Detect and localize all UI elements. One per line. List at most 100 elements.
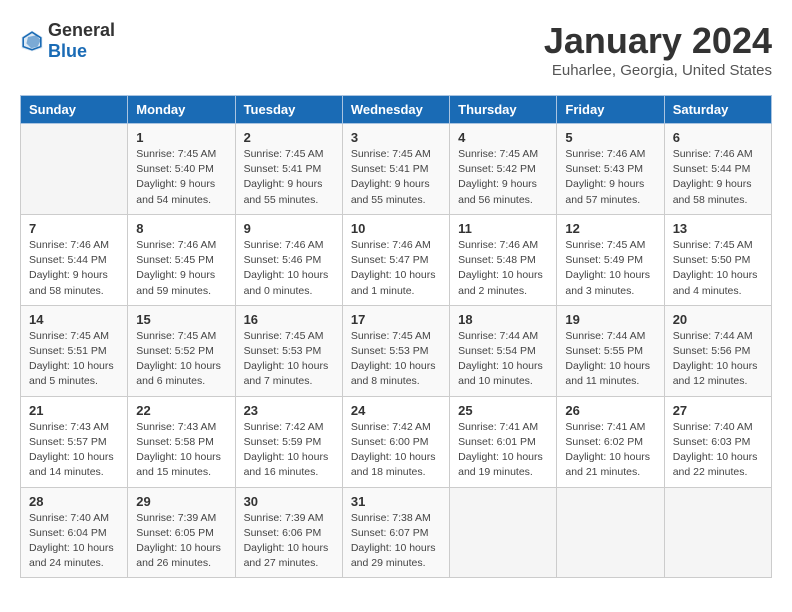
day-info: Sunrise: 7:46 AM Sunset: 5:45 PM Dayligh…	[136, 238, 226, 299]
calendar-cell: 10Sunrise: 7:46 AM Sunset: 5:47 PM Dayli…	[342, 214, 449, 305]
day-info: Sunrise: 7:46 AM Sunset: 5:44 PM Dayligh…	[673, 147, 763, 208]
calendar-week-row: 28 Sunrise: 7:40 AM Sunset: 6:04 PM Dayli…	[21, 487, 772, 578]
day-number: 1	[136, 130, 226, 145]
day-number: 18	[458, 312, 548, 327]
calendar-cell: 15 Sunrise: 7:45 AM Sunset: 5:52 PM Dayli…	[128, 305, 235, 396]
day-number: 31	[351, 494, 441, 509]
day-number: 9	[244, 221, 334, 236]
day-info: Sunrise: 7:45 AM Sunset: 5:51 PM Dayligh…	[29, 329, 119, 390]
calendar-cell: 2 Sunrise: 7:45 AM Sunset: 5:41 PM Daylig…	[235, 124, 342, 215]
day-number: 13	[673, 221, 763, 236]
calendar-cell: 9 Sunrise: 7:46 AM Sunset: 5:46 PM Daylig…	[235, 214, 342, 305]
day-number: 29	[136, 494, 226, 509]
calendar-week-row: 1 Sunrise: 7:45 AM Sunset: 5:40 PM Daylig…	[21, 124, 772, 215]
calendar-cell: 27 Sunrise: 7:40 AM Sunset: 6:03 PM Dayli…	[664, 396, 771, 487]
logo-icon	[20, 29, 44, 53]
logo-general: General	[48, 20, 115, 40]
day-info: Sunrise: 7:45 AM Sunset: 5:52 PM Dayligh…	[136, 329, 226, 390]
day-info: Sunrise: 7:38 AM Sunset: 6:07 PM Dayligh…	[351, 511, 441, 572]
day-info: Sunrise: 7:46 AM Sunset: 5:44 PM Dayligh…	[29, 238, 119, 299]
calendar-cell: 6 Sunrise: 7:46 AM Sunset: 5:44 PM Daylig…	[664, 124, 771, 215]
day-info: Sunrise: 7:41 AM Sunset: 6:01 PM Dayligh…	[458, 420, 548, 481]
calendar-cell: 14Sunrise: 7:45 AM Sunset: 5:51 PM Dayli…	[21, 305, 128, 396]
calendar-cell	[21, 124, 128, 215]
calendar-cell: 20 Sunrise: 7:44 AM Sunset: 5:56 PM Dayli…	[664, 305, 771, 396]
title-block: January 2024 Euharlee, Georgia, United S…	[544, 20, 772, 79]
calendar-cell: 19 Sunrise: 7:44 AM Sunset: 5:55 PM Dayli…	[557, 305, 664, 396]
day-info: Sunrise: 7:45 AM Sunset: 5:41 PM Dayligh…	[244, 147, 334, 208]
day-number: 23	[244, 403, 334, 418]
calendar-cell	[664, 487, 771, 578]
calendar-cell: 22 Sunrise: 7:43 AM Sunset: 5:58 PM Dayli…	[128, 396, 235, 487]
subtitle: Euharlee, Georgia, United States	[544, 62, 772, 79]
calendar-day-header: Sunday	[21, 96, 128, 124]
day-info: Sunrise: 7:45 AM Sunset: 5:49 PM Dayligh…	[565, 238, 655, 299]
day-info: Sunrise: 7:40 AM Sunset: 6:03 PM Dayligh…	[673, 420, 763, 481]
day-info: Sunrise: 7:41 AM Sunset: 6:02 PM Dayligh…	[565, 420, 655, 481]
calendar-week-row: 7Sunrise: 7:46 AM Sunset: 5:44 PM Daylig…	[21, 214, 772, 305]
calendar-cell: 8Sunrise: 7:46 AM Sunset: 5:45 PM Daylig…	[128, 214, 235, 305]
day-number: 24	[351, 403, 441, 418]
day-info: Sunrise: 7:40 AM Sunset: 6:04 PM Dayligh…	[29, 511, 119, 572]
calendar-day-header: Friday	[557, 96, 664, 124]
calendar-cell: 25 Sunrise: 7:41 AM Sunset: 6:01 PM Dayli…	[450, 396, 557, 487]
day-info: Sunrise: 7:46 AM Sunset: 5:43 PM Dayligh…	[565, 147, 655, 208]
day-number: 16	[244, 312, 334, 327]
calendar-cell: 31 Sunrise: 7:38 AM Sunset: 6:07 PM Dayli…	[342, 487, 449, 578]
calendar-cell: 1 Sunrise: 7:45 AM Sunset: 5:40 PM Daylig…	[128, 124, 235, 215]
day-number: 26	[565, 403, 655, 418]
calendar-cell: 13 Sunrise: 7:45 AM Sunset: 5:50 PM Dayli…	[664, 214, 771, 305]
day-info: Sunrise: 7:39 AM Sunset: 6:05 PM Dayligh…	[136, 511, 226, 572]
day-number: 19	[565, 312, 655, 327]
day-number: 5	[565, 130, 655, 145]
day-number: 25	[458, 403, 548, 418]
day-number: 4	[458, 130, 548, 145]
day-number: 3	[351, 130, 441, 145]
calendar-day-header: Wednesday	[342, 96, 449, 124]
day-number: 11	[458, 221, 548, 236]
day-info: Sunrise: 7:46 AM Sunset: 5:46 PM Dayligh…	[244, 238, 334, 299]
calendar-cell: 16Sunrise: 7:45 AM Sunset: 5:53 PM Dayli…	[235, 305, 342, 396]
calendar-cell: 28 Sunrise: 7:40 AM Sunset: 6:04 PM Dayli…	[21, 487, 128, 578]
day-number: 28	[29, 494, 119, 509]
calendar-cell: 23 Sunrise: 7:42 AM Sunset: 5:59 PM Dayli…	[235, 396, 342, 487]
calendar-cell: 26 Sunrise: 7:41 AM Sunset: 6:02 PM Dayli…	[557, 396, 664, 487]
calendar-day-header: Thursday	[450, 96, 557, 124]
calendar-cell: 3Sunrise: 7:45 AM Sunset: 5:41 PM Daylig…	[342, 124, 449, 215]
day-info: Sunrise: 7:44 AM Sunset: 5:56 PM Dayligh…	[673, 329, 763, 390]
day-info: Sunrise: 7:44 AM Sunset: 5:55 PM Dayligh…	[565, 329, 655, 390]
calendar-cell: 17 Sunrise: 7:45 AM Sunset: 5:53 PM Dayli…	[342, 305, 449, 396]
calendar-day-header: Monday	[128, 96, 235, 124]
day-info: Sunrise: 7:45 AM Sunset: 5:40 PM Dayligh…	[136, 147, 226, 208]
day-number: 17	[351, 312, 441, 327]
day-number: 22	[136, 403, 226, 418]
calendar-cell: 21Sunrise: 7:43 AM Sunset: 5:57 PM Dayli…	[21, 396, 128, 487]
day-info: Sunrise: 7:42 AM Sunset: 5:59 PM Dayligh…	[244, 420, 334, 481]
day-number: 30	[244, 494, 334, 509]
day-number: 15	[136, 312, 226, 327]
day-info: Sunrise: 7:46 AM Sunset: 5:47 PM Dayligh…	[351, 238, 441, 299]
calendar-cell: 11 Sunrise: 7:46 AM Sunset: 5:48 PM Dayli…	[450, 214, 557, 305]
day-info: Sunrise: 7:46 AM Sunset: 5:48 PM Dayligh…	[458, 238, 548, 299]
day-info: Sunrise: 7:44 AM Sunset: 5:54 PM Dayligh…	[458, 329, 548, 390]
calendar-week-row: 14Sunrise: 7:45 AM Sunset: 5:51 PM Dayli…	[21, 305, 772, 396]
calendar-cell: 24Sunrise: 7:42 AM Sunset: 6:00 PM Dayli…	[342, 396, 449, 487]
day-number: 27	[673, 403, 763, 418]
day-info: Sunrise: 7:45 AM Sunset: 5:50 PM Dayligh…	[673, 238, 763, 299]
day-number: 20	[673, 312, 763, 327]
day-info: Sunrise: 7:43 AM Sunset: 5:58 PM Dayligh…	[136, 420, 226, 481]
day-number: 6	[673, 130, 763, 145]
calendar-day-header: Saturday	[664, 96, 771, 124]
calendar-cell: 7Sunrise: 7:46 AM Sunset: 5:44 PM Daylig…	[21, 214, 128, 305]
day-number: 2	[244, 130, 334, 145]
day-info: Sunrise: 7:45 AM Sunset: 5:53 PM Dayligh…	[351, 329, 441, 390]
calendar-cell: 29 Sunrise: 7:39 AM Sunset: 6:05 PM Dayli…	[128, 487, 235, 578]
calendar-cell: 12 Sunrise: 7:45 AM Sunset: 5:49 PM Dayli…	[557, 214, 664, 305]
calendar-week-row: 21Sunrise: 7:43 AM Sunset: 5:57 PM Dayli…	[21, 396, 772, 487]
day-info: Sunrise: 7:43 AM Sunset: 5:57 PM Dayligh…	[29, 420, 119, 481]
logo-text: General Blue	[48, 20, 115, 62]
day-number: 12	[565, 221, 655, 236]
calendar-day-header: Tuesday	[235, 96, 342, 124]
page-header: General Blue January 2024 Euharlee, Geor…	[20, 20, 772, 79]
calendar-cell: 30Sunrise: 7:39 AM Sunset: 6:06 PM Dayli…	[235, 487, 342, 578]
